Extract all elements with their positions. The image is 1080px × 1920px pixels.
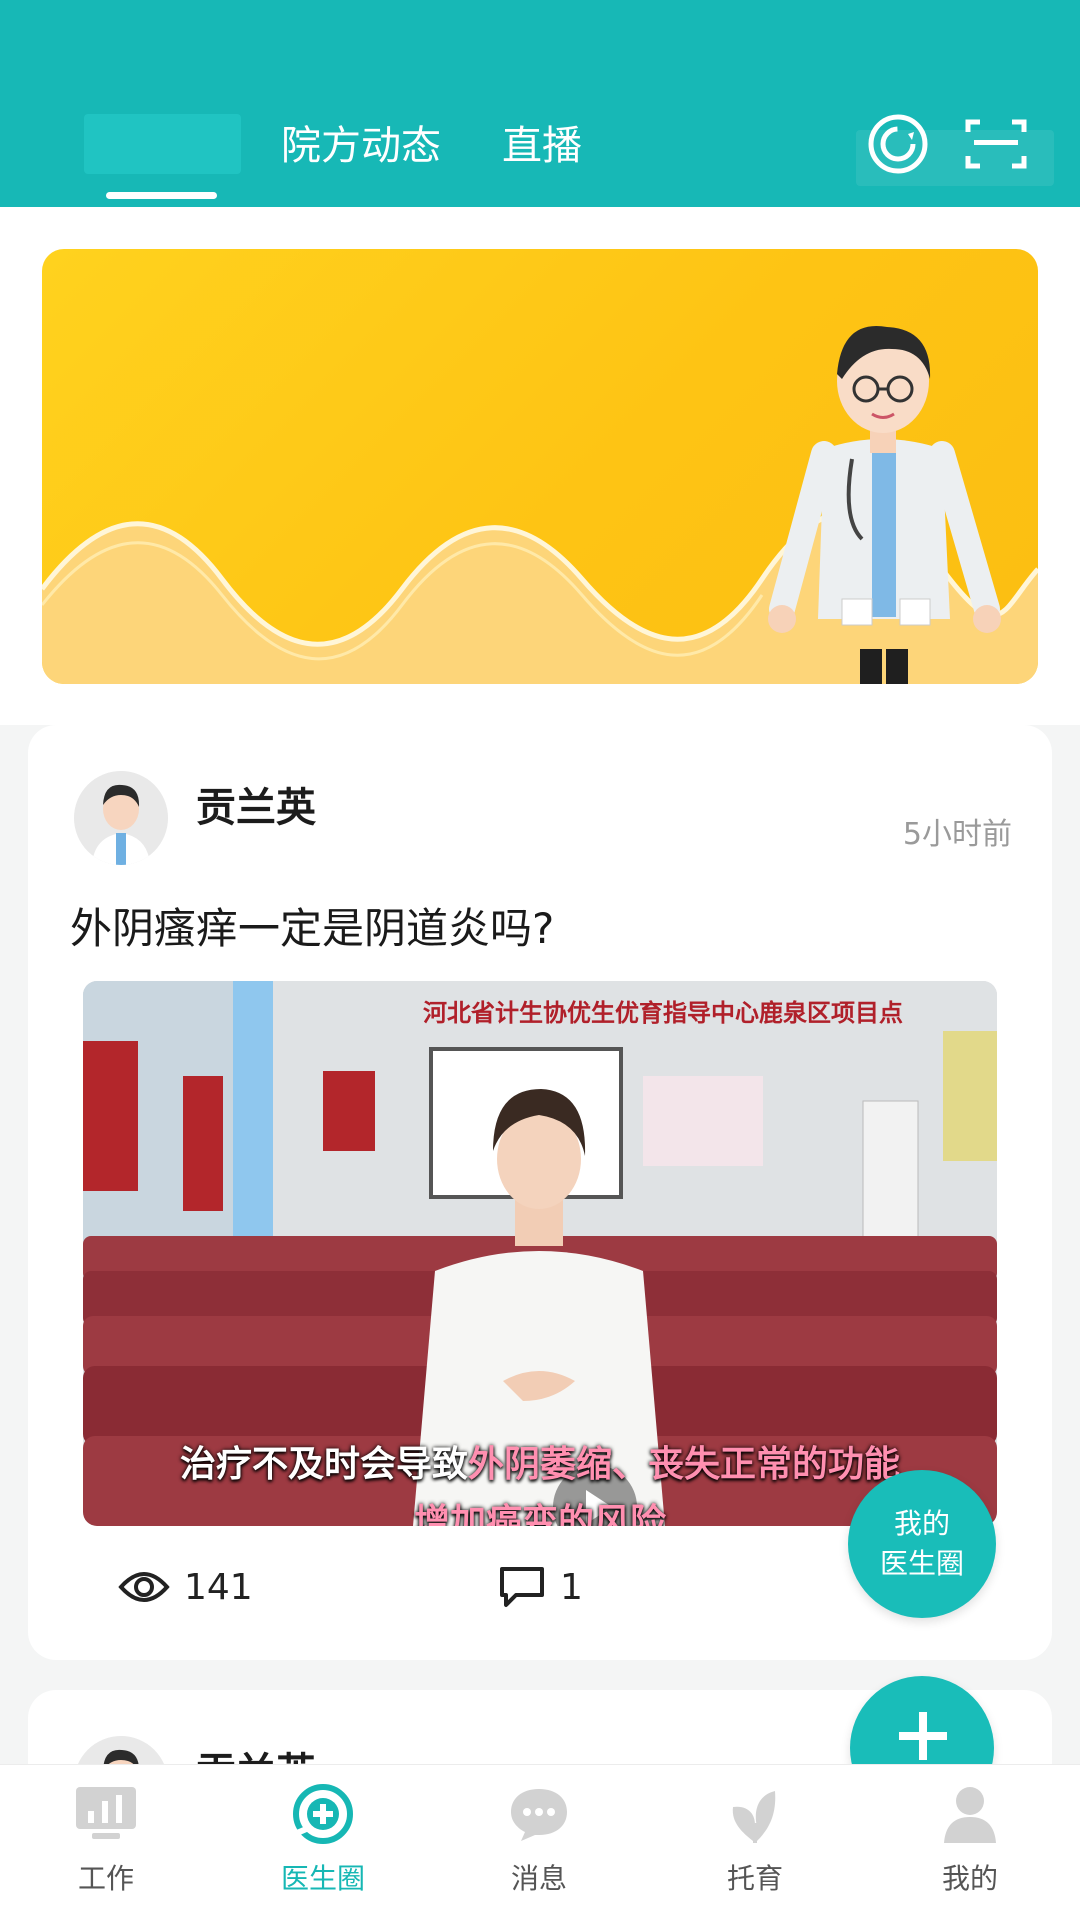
subtitle-highlight: 外阴萎缩、丧失正常的功能 bbox=[468, 1444, 901, 1485]
bottom-nav: 工作 医生圈 消息 托育 我的 bbox=[0, 1764, 1080, 1920]
message-icon bbox=[511, 1789, 567, 1841]
nav-item-childcare[interactable]: 托育 bbox=[675, 1765, 835, 1920]
comments-stat[interactable]: 1 bbox=[498, 1565, 583, 1609]
nav-item-messages[interactable]: 消息 bbox=[459, 1765, 619, 1920]
promo-banner[interactable] bbox=[42, 249, 1038, 684]
subtitle-2-text: 增加癌变的风险 bbox=[413, 1502, 666, 1526]
nav-label: 托育 bbox=[726, 1862, 783, 1895]
fab-label-line-2: 医生圈 bbox=[879, 1547, 964, 1580]
comment-icon bbox=[500, 1567, 544, 1607]
video-thumbnail[interactable]: 河北省计生协优生优育指导中心鹿泉区项目点 治疗不及时会导致外阴萎缩、丧失正常的功… bbox=[83, 981, 997, 1526]
nav-label: 医生圈 bbox=[280, 1862, 365, 1895]
nav-item-work[interactable]: 工作 bbox=[26, 1765, 186, 1920]
tab-hospital-news[interactable]: 院方动态 bbox=[281, 118, 441, 174]
banner-section bbox=[0, 207, 1080, 725]
tab-active-indicator bbox=[106, 192, 217, 199]
childcare-icon bbox=[732, 1791, 776, 1843]
views-count: 141 bbox=[184, 1566, 253, 1608]
nav-label: 我的 bbox=[941, 1862, 998, 1895]
video-subtitle-line-1: 治疗不及时会导致外阴萎缩、丧失正常的功能 bbox=[83, 1435, 997, 1487]
post-title[interactable]: 外阴瘙痒一定是阴道炎吗? bbox=[70, 895, 554, 956]
profile-icon bbox=[944, 1787, 996, 1843]
my-doctor-circle-button[interactable]: 我的 医生圈 bbox=[848, 1470, 996, 1618]
tab-live[interactable]: 直播 bbox=[502, 118, 582, 174]
eye-icon bbox=[118, 1572, 170, 1602]
author-name[interactable]: 贡兰英 bbox=[196, 775, 316, 833]
subtitle-normal: 治疗不及时会导致 bbox=[179, 1444, 468, 1485]
banner-illustration bbox=[42, 325, 1038, 684]
scan-icon[interactable] bbox=[964, 116, 1028, 172]
nav-label: 工作 bbox=[77, 1862, 134, 1895]
doctor-circle-icon bbox=[293, 1784, 353, 1844]
avatar[interactable] bbox=[74, 771, 168, 865]
nav-item-doctor-circle[interactable]: 医生圈 bbox=[243, 1765, 403, 1920]
doctor-avatar-icon bbox=[74, 771, 168, 865]
video-sign-text: 河北省计生协优生优育指导中心鹿泉区项目点 bbox=[423, 999, 903, 1027]
views-stat: 141 bbox=[118, 1565, 253, 1609]
work-icon bbox=[76, 1787, 136, 1839]
fab-label-line-1: 我的 bbox=[893, 1507, 950, 1540]
tab-recommend[interactable] bbox=[84, 114, 241, 174]
nav-item-mine[interactable]: 我的 bbox=[890, 1765, 1050, 1920]
top-header: 院方动态 直播 bbox=[0, 0, 1080, 207]
post-time: 5小时前 bbox=[902, 817, 1012, 852]
refresh-icon[interactable] bbox=[866, 112, 930, 176]
nav-label: 消息 bbox=[510, 1862, 567, 1895]
comments-count: 1 bbox=[560, 1566, 583, 1608]
plus-icon bbox=[899, 1712, 947, 1760]
